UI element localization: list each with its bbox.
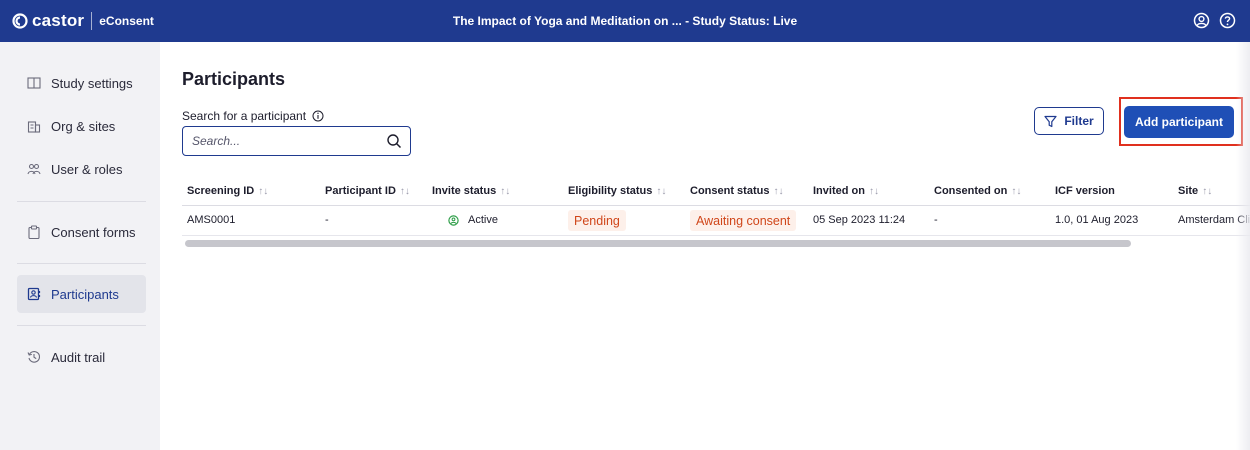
sidebar-item-study-settings[interactable]: Study settings bbox=[17, 64, 146, 102]
sidebar-item-label: Org & sites bbox=[51, 118, 116, 134]
search-label: Search for a participant bbox=[182, 109, 324, 123]
search-input[interactable] bbox=[192, 133, 377, 149]
consent-status-badge: Awaiting consent bbox=[690, 210, 797, 231]
sort-icon: ↑↓ bbox=[773, 186, 784, 197]
participants-table: Screening ID ↑↓ Participant ID ↑↓ Invite s… bbox=[182, 178, 1250, 250]
column-header-consent-status[interactable]: Consent status ↑↓ bbox=[690, 185, 783, 197]
sidebar-item-org-sites[interactable]: Org & sites bbox=[17, 107, 146, 145]
sort-icon: ↑↓ bbox=[500, 186, 511, 197]
clipboard-icon bbox=[28, 225, 40, 239]
search-label-text: Search for a participant bbox=[182, 109, 307, 123]
filter-button[interactable]: Filter bbox=[1034, 107, 1104, 135]
filter-icon bbox=[1044, 115, 1057, 127]
sidebar-divider bbox=[17, 201, 146, 202]
sort-icon: ↑↓ bbox=[1202, 186, 1213, 197]
sidebar-item-audit-trail[interactable]: Audit trail bbox=[17, 338, 146, 376]
column-header-eligibility-status[interactable]: Eligibility status ↑↓ bbox=[568, 185, 666, 197]
contacts-icon bbox=[27, 287, 41, 301]
row-divider bbox=[182, 235, 1250, 236]
cell-consented-on: - bbox=[934, 214, 938, 226]
active-status-icon bbox=[448, 214, 459, 226]
sidebar-item-participants[interactable]: Participants bbox=[17, 275, 146, 313]
sidebar: Study settings Org & sites User & roles … bbox=[0, 42, 160, 450]
help-circle-icon[interactable] bbox=[1219, 12, 1236, 29]
eligibility-status-badge: Pending bbox=[568, 210, 626, 231]
top-bar: castor eConsent The Impact of Yoga and M… bbox=[0, 0, 1250, 42]
sort-icon: ↑↓ bbox=[399, 186, 410, 197]
cell-icf-version: 1.0, 01 Aug 2023 bbox=[1055, 214, 1139, 226]
study-title: The Impact of Yoga and Meditation on ...… bbox=[452, 14, 798, 28]
cell-invite-status: Active bbox=[448, 214, 498, 226]
sidebar-item-label: Audit trail bbox=[51, 349, 106, 365]
scrollbar-thumb[interactable] bbox=[185, 240, 1131, 247]
search-icon[interactable] bbox=[386, 133, 402, 149]
sidebar-item-label: User & roles bbox=[51, 161, 123, 177]
page-title: Participants bbox=[182, 69, 286, 89]
users-icon bbox=[27, 163, 41, 175]
sort-icon: ↑↓ bbox=[868, 186, 879, 197]
column-header-participant-id[interactable]: Participant ID ↑↓ bbox=[325, 185, 410, 197]
sort-icon: ↑↓ bbox=[1011, 186, 1022, 197]
column-header-consented-on[interactable]: Consented on ↑↓ bbox=[934, 185, 1021, 197]
column-header-site[interactable]: Site ↑↓ bbox=[1178, 185, 1212, 197]
sidebar-item-label: Study settings bbox=[51, 75, 133, 91]
sort-icon: ↑↓ bbox=[656, 186, 667, 197]
column-header-icf-version: ICF version bbox=[1055, 185, 1115, 197]
book-icon bbox=[27, 77, 41, 89]
filter-label: Filter bbox=[1064, 114, 1094, 128]
info-icon[interactable] bbox=[312, 110, 324, 122]
sidebar-divider bbox=[17, 263, 146, 264]
sidebar-divider bbox=[17, 325, 146, 326]
scroll-fade bbox=[1236, 42, 1250, 450]
user-circle-icon[interactable] bbox=[1193, 12, 1210, 29]
sort-icon: ↑↓ bbox=[258, 186, 269, 197]
sidebar-item-consent-forms[interactable]: Consent forms bbox=[17, 213, 146, 251]
building-icon bbox=[27, 121, 41, 133]
column-header-invite-status[interactable]: Invite status ↑↓ bbox=[432, 185, 510, 197]
header-divider bbox=[182, 205, 1250, 206]
sidebar-item-label: Consent forms bbox=[51, 224, 136, 240]
invite-status-text: Active bbox=[468, 214, 498, 226]
history-icon bbox=[27, 351, 41, 363]
add-participant-button[interactable]: Add participant bbox=[1124, 106, 1234, 138]
column-header-screening-id[interactable]: Screening ID ↑↓ bbox=[187, 185, 268, 197]
cell-screening-id: AMS0001 bbox=[187, 214, 236, 226]
cell-invited-on: 05 Sep 2023 11:24 bbox=[813, 214, 906, 226]
column-header-invited-on[interactable]: Invited on ↑↓ bbox=[813, 185, 879, 197]
cell-participant-id: - bbox=[325, 214, 329, 226]
sidebar-item-user-roles[interactable]: User & roles bbox=[17, 150, 146, 188]
search-box bbox=[182, 126, 411, 156]
sidebar-item-label: Participants bbox=[51, 286, 119, 302]
